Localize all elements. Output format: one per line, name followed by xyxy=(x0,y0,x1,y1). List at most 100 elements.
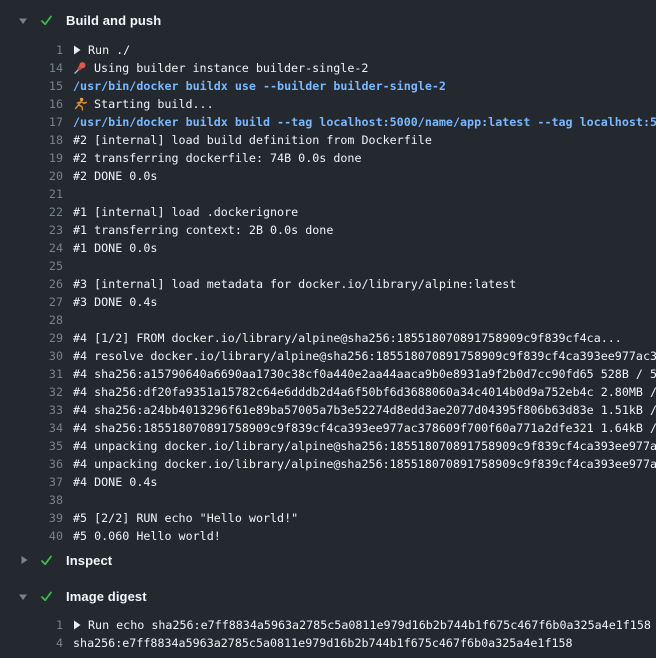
log-line: 15/usr/bin/docker buildx use --builder b… xyxy=(0,77,656,95)
chevron-right-icon[interactable] xyxy=(18,555,28,565)
line-number[interactable]: 26 xyxy=(0,275,63,293)
log-text-content: #2 DONE 0.0s xyxy=(73,167,157,185)
log-line: 40 #5 0.060 Hello world! xyxy=(0,527,656,545)
log-line: 17/usr/bin/docker buildx build --tag loc… xyxy=(0,113,656,131)
log-text: Using builder instance builder-single-2 xyxy=(73,59,368,77)
line-number[interactable]: 33 xyxy=(0,401,63,419)
log-text-content: #4 resolve docker.io/library/alpine@sha2… xyxy=(73,347,656,365)
log-line: 38 xyxy=(0,491,656,509)
log-line: 20 #2 DONE 0.0s xyxy=(0,167,656,185)
line-number[interactable]: 38 xyxy=(0,491,63,509)
section-header-inspect[interactable]: Inspect xyxy=(0,551,656,569)
line-number[interactable]: 1 xyxy=(0,41,63,59)
line-number[interactable]: 40 xyxy=(0,527,63,545)
log-text: sha256:e7ff8834a5963a2785c5a0811e979d16b… xyxy=(73,634,573,652)
log-line: 19 #2 transferring dockerfile: 74B 0.0s d… xyxy=(0,149,656,167)
section-header-image-digest[interactable]: Image digest xyxy=(0,587,656,605)
line-number[interactable]: 39 xyxy=(0,509,63,527)
log-text: #2 transferring dockerfile: 74B 0.0s don… xyxy=(73,149,362,167)
log-text-content: Run ./ xyxy=(88,41,130,59)
line-number[interactable]: 15 xyxy=(0,77,63,95)
line-number[interactable]: 14 xyxy=(0,59,63,77)
log-text: #4 sha256:df20fa9351a15782c64e6dddb2d4a6… xyxy=(73,383,656,401)
line-number[interactable]: 17 xyxy=(0,113,63,131)
log-line: 30 #4 resolve docker.io/library/alpine@sh… xyxy=(0,347,656,365)
line-number[interactable]: 22 xyxy=(0,203,63,221)
run-group-toggle-icon[interactable] xyxy=(73,620,81,630)
line-number[interactable]: 27 xyxy=(0,293,63,311)
line-number[interactable]: 30 xyxy=(0,347,63,365)
line-number[interactable]: 19 xyxy=(0,149,63,167)
log-line: 36 #4 unpacking docker.io/library/alpine@… xyxy=(0,455,656,473)
chevron-down-icon[interactable] xyxy=(18,591,28,601)
log-text-content: #4 [1/2] FROM docker.io/library/alpine@s… xyxy=(73,329,622,347)
log-text: #2 [internal] load build definition from… xyxy=(73,131,432,149)
line-number[interactable]: 18 xyxy=(0,131,63,149)
log-text-content: #4 unpacking docker.io/library/alpine@sh… xyxy=(73,437,656,455)
line-number[interactable]: 20 xyxy=(0,167,63,185)
line-number[interactable]: 34 xyxy=(0,419,63,437)
log-line: 27 #3 DONE 0.4s xyxy=(0,293,656,311)
line-number[interactable]: 35 xyxy=(0,437,63,455)
log-text-content: #1 DONE 0.0s xyxy=(73,239,157,257)
check-icon xyxy=(40,554,53,567)
log-text: #4 unpacking docker.io/library/alpine@sh… xyxy=(73,455,656,473)
chevron-down-icon[interactable] xyxy=(18,15,28,25)
log-text: #4 [1/2] FROM docker.io/library/alpine@s… xyxy=(73,329,622,347)
log-text-content: #4 unpacking docker.io/library/alpine@sh… xyxy=(73,455,656,473)
log-text-content: #4 DONE 0.4s xyxy=(73,473,157,491)
line-number[interactable]: 25 xyxy=(0,257,63,275)
line-number[interactable]: 16 xyxy=(0,95,63,113)
log-text: #1 [internal] load .dockerignore xyxy=(73,203,298,221)
line-number[interactable]: 31 xyxy=(0,365,63,383)
log-text-content: #4 sha256:df20fa9351a15782c64e6dddb2d4a6… xyxy=(73,383,656,401)
log-text-content: #4 sha256:a15790640a6690aa1730c38cf0a440… xyxy=(73,365,656,383)
log-line: 25 xyxy=(0,257,656,275)
log-text[interactable]: Run echo sha256:e7ff8834a5963a2785c5a081… xyxy=(73,616,651,634)
log-command-text: /usr/bin/docker buildx build --tag local… xyxy=(73,113,656,131)
log-text-content: Using builder instance builder-single-2 xyxy=(94,59,368,77)
log-line: 28 xyxy=(0,311,656,329)
line-number[interactable]: 29 xyxy=(0,329,63,347)
log-line: 39 #5 [2/2] RUN echo "Hello world!" xyxy=(0,509,656,527)
line-number[interactable]: 21 xyxy=(0,185,63,203)
run-group-toggle-icon[interactable] xyxy=(73,45,81,55)
log-line: 1 Run ./ xyxy=(0,41,656,59)
log-text-content: sha256:e7ff8834a5963a2785c5a0811e979d16b… xyxy=(73,634,573,652)
log-line: 4 sha256:e7ff8834a5963a2785c5a0811e979d16… xyxy=(0,634,656,652)
log-text-content: #5 [2/2] RUN echo "Hello world!" xyxy=(73,509,298,527)
log-text-content: Starting build... xyxy=(94,95,214,113)
line-number[interactable]: 32 xyxy=(0,383,63,401)
log-text-content: #3 [internal] load metadata for docker.i… xyxy=(73,275,516,293)
log-text: #2 DONE 0.0s xyxy=(73,167,157,185)
log-line: 24 #1 DONE 0.0s xyxy=(0,239,656,257)
section-header-build-and-push[interactable]: Build and push xyxy=(0,11,656,29)
log-text-content: #3 DONE 0.4s xyxy=(73,293,157,311)
log-text-content: #1 transferring context: 2B 0.0s done xyxy=(73,221,333,239)
log-line: 29 #4 [1/2] FROM docker.io/library/alpine… xyxy=(0,329,656,347)
check-icon xyxy=(40,14,53,27)
line-number[interactable]: 23 xyxy=(0,221,63,239)
log-text: #5 0.060 Hello world! xyxy=(73,527,221,545)
log-text: #3 [internal] load metadata for docker.i… xyxy=(73,275,516,293)
pushpin-icon xyxy=(73,61,87,75)
log-line: 1 Run echo sha256:e7ff8834a5963a2785c5a08… xyxy=(0,616,656,634)
log-text[interactable]: Run ./ xyxy=(73,41,130,59)
line-number[interactable]: 36 xyxy=(0,455,63,473)
log-text: #4 sha256:a15790640a6690aa1730c38cf0a440… xyxy=(73,365,656,383)
log-lines-image-digest: 1 Run echo sha256:e7ff8834a5963a2785c5a08… xyxy=(0,616,656,652)
log-text: #3 DONE 0.4s xyxy=(73,293,157,311)
log-line: 18 #2 [internal] load build definition fr… xyxy=(0,131,656,149)
line-number[interactable]: 1 xyxy=(0,616,63,634)
log-text: Starting build... xyxy=(73,95,214,113)
line-number[interactable]: 4 xyxy=(0,634,63,652)
log-text-content: Run echo sha256:e7ff8834a5963a2785c5a081… xyxy=(88,616,651,634)
log-line: 26 #3 [internal] load metadata for docker… xyxy=(0,275,656,293)
runner-icon xyxy=(73,97,87,111)
section-title: Image digest xyxy=(66,589,147,604)
line-number[interactable]: 28 xyxy=(0,311,63,329)
log-text-content: /usr/bin/docker buildx build --tag local… xyxy=(73,113,656,131)
log-line: 21 xyxy=(0,185,656,203)
line-number[interactable]: 24 xyxy=(0,239,63,257)
line-number[interactable]: 37 xyxy=(0,473,63,491)
